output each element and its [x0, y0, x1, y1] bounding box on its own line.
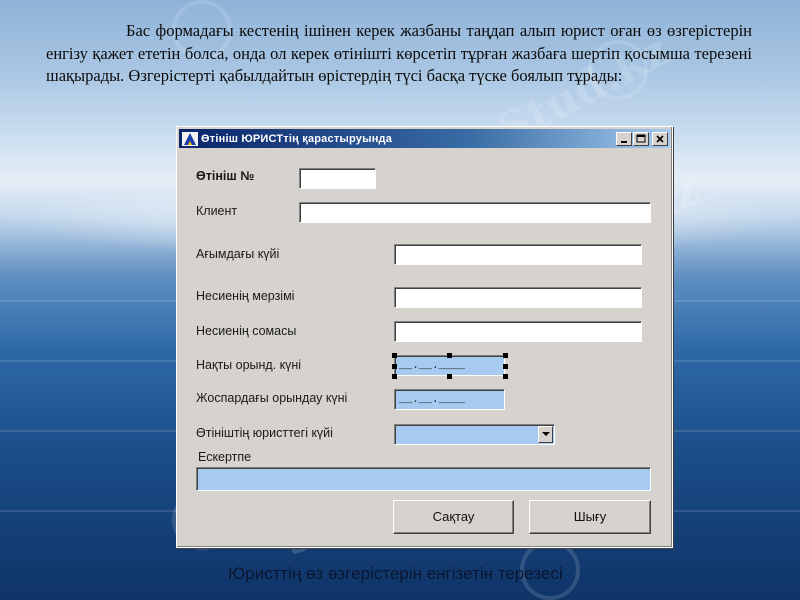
application-number-label: Өтініш № [196, 169, 255, 183]
loan-amount-label: Несиенің сомасы [196, 324, 297, 338]
selection-handle[interactable] [503, 353, 508, 358]
loan-amount-field[interactable] [394, 321, 642, 342]
window-controls [615, 131, 668, 146]
planned-date-field[interactable]: __.__.____ [394, 389, 505, 410]
current-state-label: Ағымдағы күйі [196, 247, 280, 261]
selection-handle[interactable] [503, 374, 508, 379]
maximize-icon[interactable] [633, 131, 649, 146]
selection-handle[interactable] [392, 353, 397, 358]
loan-term-label: Несиенің мерзімі [196, 289, 295, 303]
lawyer-state-select[interactable] [394, 424, 555, 445]
actual-date-field[interactable]: __.__.____ [394, 355, 505, 376]
selection-handle[interactable] [392, 364, 397, 369]
minimize-icon[interactable] [616, 131, 632, 146]
note-label: Ескертпе [198, 450, 252, 464]
app-triangle-icon [182, 131, 198, 146]
loan-term-field[interactable] [394, 287, 642, 308]
window-titlebar[interactable]: Өтініш ЮРИСТтің қарастыруында [179, 129, 670, 148]
client-field[interactable] [299, 202, 651, 223]
planned-date-label: Жоспардағы орындау күні [196, 391, 348, 405]
selection-handle[interactable] [503, 364, 508, 369]
save-button[interactable]: Сақтау [393, 500, 514, 534]
exit-button[interactable]: Шығу [529, 500, 651, 534]
selection-handle[interactable] [392, 374, 397, 379]
slide-caption: Юристтің өз өзгерістерін енгізетін терез… [228, 564, 563, 583]
close-icon[interactable] [652, 131, 668, 146]
actual-date-label: Нақты орынд. күні [196, 358, 302, 372]
current-state-field[interactable] [394, 244, 642, 265]
window-title: Өтініш ЮРИСТтің қарастыруында [201, 132, 393, 145]
lawyer-state-label: Өтініштің юристтегі күйі [196, 426, 333, 440]
selection-handle[interactable] [447, 374, 452, 379]
client-label: Клиент [196, 204, 238, 218]
note-field[interactable] [196, 467, 651, 491]
chevron-down-icon[interactable] [538, 426, 553, 443]
selection-handle[interactable] [447, 353, 452, 358]
intro-paragraph: Бас формадағы кестенің ішінен керек жазб… [46, 21, 752, 85]
application-number-field[interactable] [299, 168, 376, 189]
edit-application-window: Өтініш ЮРИСТтің қарастыруында Өтініш № К… [176, 126, 673, 548]
